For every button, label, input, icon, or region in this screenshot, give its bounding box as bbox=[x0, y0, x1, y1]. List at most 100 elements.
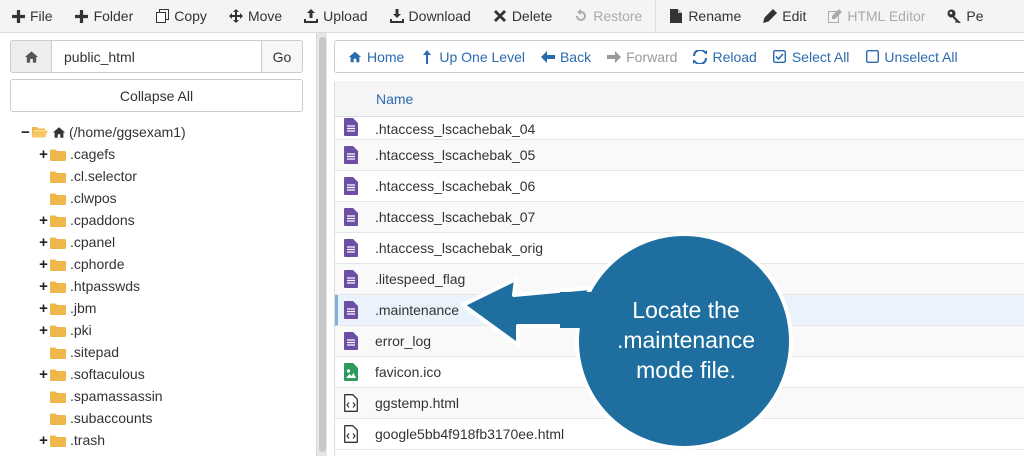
expand-toggle-icon[interactable]: + bbox=[38, 366, 49, 383]
table-row[interactable]: .htaccess_lscachebak_orig bbox=[335, 233, 1024, 264]
pencil-icon bbox=[763, 9, 778, 23]
table-row[interactable]: google5bb4f918fb3170ee.html bbox=[335, 419, 1024, 450]
toolbar-download-button[interactable]: Download bbox=[379, 0, 482, 32]
toolbar-copy-button[interactable]: Copy bbox=[144, 0, 218, 32]
expand-toggle-icon[interactable]: + bbox=[38, 212, 49, 229]
file-name: .litespeed_flag bbox=[375, 271, 466, 287]
folder-icon bbox=[50, 170, 66, 183]
tree-item[interactable]: + .jbm bbox=[0, 297, 316, 319]
table-row[interactable]: .htaccess_lscachebak_05 bbox=[335, 140, 1024, 171]
tree-item[interactable]: + .htpasswds bbox=[0, 275, 316, 297]
download-icon bbox=[389, 9, 404, 23]
tree-item[interactable]: + .cagefs bbox=[0, 143, 316, 165]
toolbar-edit-button[interactable]: Edit bbox=[752, 0, 817, 32]
toolbar-delete-button[interactable]: Delete bbox=[482, 0, 563, 32]
nav-up-one-level-button[interactable]: Up One Level bbox=[411, 41, 532, 72]
expand-toggle-icon[interactable]: + bbox=[38, 432, 49, 449]
folder-icon bbox=[50, 324, 66, 337]
toolbar-pe-button[interactable]: Pe bbox=[936, 0, 994, 32]
toolbar-button-label: Move bbox=[247, 8, 283, 24]
table-row[interactable]: .htaccess_lscachebak_07 bbox=[335, 202, 1024, 233]
arrow-left-icon bbox=[540, 50, 555, 64]
toolbar-upload-button[interactable]: Upload bbox=[293, 0, 378, 32]
tree-item[interactable]: + .trash bbox=[0, 429, 316, 451]
nav-forward-button[interactable]: Forward bbox=[598, 41, 684, 72]
toolbar-rename-button[interactable]: Rename bbox=[658, 0, 752, 32]
nav-back-button[interactable]: Back bbox=[532, 41, 598, 72]
collapse-toggle-icon[interactable]: − bbox=[20, 124, 31, 141]
tree-item[interactable]: .clwpos bbox=[0, 187, 316, 209]
copy-icon bbox=[155, 9, 169, 23]
tree-item[interactable]: + .pki bbox=[0, 319, 316, 341]
path-input[interactable] bbox=[52, 40, 261, 73]
tree-item[interactable]: + .cpaddons bbox=[0, 209, 316, 231]
key-icon bbox=[947, 9, 962, 23]
tree-item-label: .jbm bbox=[70, 300, 97, 316]
text-file-icon bbox=[341, 331, 361, 351]
toolbar-restore-button[interactable]: Restore bbox=[563, 0, 653, 32]
expand-toggle-icon[interactable]: + bbox=[38, 256, 49, 273]
toolbar-move-button[interactable]: Move bbox=[218, 0, 293, 32]
path-home-button[interactable] bbox=[10, 40, 52, 73]
tree-item[interactable]: .spamassassin bbox=[0, 385, 316, 407]
tree-item-label: .softaculous bbox=[70, 366, 145, 382]
file-manager-toolbar: File Folder Copy Move Upload Download Delete Re… bbox=[0, 0, 1024, 33]
tree-item[interactable]: .subaccounts bbox=[0, 407, 316, 429]
folder-icon bbox=[50, 346, 66, 359]
scrollbar-thumb[interactable] bbox=[319, 37, 326, 452]
table-row[interactable]: ggstemp.html bbox=[335, 388, 1024, 419]
nav-button-label: Home bbox=[367, 48, 405, 65]
expand-toggle-icon[interactable]: + bbox=[38, 322, 49, 339]
callout-line-2: .maintenance bbox=[616, 327, 756, 353]
collapse-all-button[interactable]: Collapse All bbox=[10, 79, 303, 112]
tree-item-label: .cphorde bbox=[70, 256, 125, 272]
tree-item[interactable]: + .softaculous bbox=[0, 363, 316, 385]
close-icon bbox=[493, 9, 507, 23]
left-pane-scrollbar[interactable] bbox=[316, 33, 327, 456]
tree-root-label: (/home/ggsexam1) bbox=[69, 124, 186, 140]
nav-button-label: Back bbox=[559, 48, 592, 65]
nav-unselect-all-button[interactable]: Unselect All bbox=[856, 41, 964, 72]
tree-item[interactable]: .cl.selector bbox=[0, 165, 316, 187]
toolbar-folder-button[interactable]: Folder bbox=[64, 0, 145, 32]
expand-toggle-icon[interactable]: + bbox=[38, 146, 49, 163]
nav-button-label: Forward bbox=[626, 48, 678, 65]
tree-item-label: .subaccounts bbox=[70, 410, 153, 426]
text-file-icon bbox=[341, 269, 361, 289]
column-header-name[interactable]: Name bbox=[376, 91, 413, 107]
toolbar-html-editor-button[interactable]: HTML Editor bbox=[817, 0, 936, 32]
table-row[interactable]: .htaccess_lscachebak_04 bbox=[335, 117, 1024, 140]
home-icon bbox=[348, 50, 362, 64]
folder-tree-pane: Go Collapse All − (/home/ggsexam1) + .cag… bbox=[0, 33, 316, 456]
expand-toggle-icon[interactable]: + bbox=[38, 278, 49, 295]
expand-toggle-icon[interactable]: + bbox=[38, 300, 49, 317]
tree-item-label: .spamassassin bbox=[70, 388, 163, 404]
text-file-icon bbox=[341, 176, 361, 196]
toolbar-separator bbox=[655, 0, 657, 32]
table-row[interactable]: .litespeed_flag bbox=[335, 264, 1024, 295]
nav-button-label: Reload bbox=[712, 48, 757, 65]
toolbar-button-label: File bbox=[30, 8, 53, 24]
file-name: .htaccess_lscachebak_06 bbox=[375, 178, 536, 194]
table-row[interactable]: .htaccess_lscachebak_06 bbox=[335, 171, 1024, 202]
toolbar-button-label: HTML Editor bbox=[847, 8, 926, 24]
go-button[interactable]: Go bbox=[261, 40, 303, 73]
image-file-icon bbox=[341, 362, 361, 382]
checkbox-checked-icon bbox=[773, 50, 787, 64]
tree-item[interactable]: + .cpanel bbox=[0, 231, 316, 253]
toolbar-button-label: Download bbox=[408, 8, 471, 24]
arrow-right-icon bbox=[607, 50, 622, 64]
toolbar-file-button[interactable]: File bbox=[0, 0, 64, 32]
tree-item-label: .cl.selector bbox=[70, 168, 137, 184]
nav-reload-button[interactable]: Reload bbox=[684, 41, 763, 72]
nav-home-button[interactable]: Home bbox=[339, 41, 411, 72]
nav-select-all-button[interactable]: Select All bbox=[764, 41, 857, 72]
folder-icon bbox=[50, 368, 66, 381]
tree-root[interactable]: − (/home/ggsexam1) bbox=[0, 121, 316, 143]
folder-icon bbox=[50, 390, 66, 403]
tree-item[interactable]: .sitepad bbox=[0, 341, 316, 363]
folder-icon bbox=[50, 258, 66, 271]
expand-toggle-icon[interactable]: + bbox=[38, 234, 49, 251]
tree-item[interactable]: + .cphorde bbox=[0, 253, 316, 275]
path-bar: Go bbox=[10, 40, 303, 73]
